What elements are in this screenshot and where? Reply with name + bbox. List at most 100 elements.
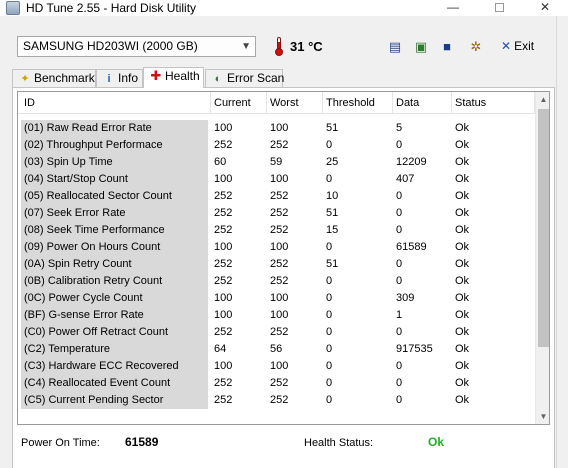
column-header-status[interactable]: Status	[452, 92, 535, 114]
cell-data: 12209	[396, 156, 427, 168]
window-title: HD Tune 2.55 - Hard Disk Utility	[26, 1, 197, 15]
cell-current: 100	[214, 241, 233, 253]
cell-current: 252	[214, 394, 233, 406]
cell-id: (04) Start/Stop Count	[21, 171, 208, 188]
column-header-data[interactable]: Data	[393, 92, 452, 114]
table-row[interactable]: (BF) G-sense Error Rate 100 100 0 1 Ok	[18, 307, 535, 324]
table-row[interactable]: (01) Raw Read Error Rate 100 100 51 5 Ok	[18, 120, 535, 137]
cell-status: Ok	[455, 377, 470, 389]
table-row[interactable]: (C2) Temperature 64 56 0 917535 Ok	[18, 341, 535, 358]
app-icon	[6, 1, 20, 15]
table-row[interactable]: (0A) Spin Retry Count 252 252 51 0 Ok	[18, 256, 535, 273]
table-row[interactable]: (08) Seek Time Performance 252 252 15 0 Ok	[18, 222, 535, 239]
maximize-icon	[494, 3, 504, 13]
options-button[interactable]: ✲	[466, 37, 486, 56]
benchmark-icon: ✦	[20, 73, 30, 85]
table-row[interactable]: (0B) Calibration Retry Count 252 252 0 0 Ok	[18, 273, 535, 290]
cell-threshold: 0	[326, 173, 333, 185]
cell-threshold: 15	[326, 224, 339, 236]
minimize-button[interactable]: —	[430, 0, 476, 16]
thermometer-bulb	[275, 48, 283, 56]
tab-error-scan-label: Error Scan	[227, 71, 285, 85]
cell-id: (C4) Reallocated Event Count	[21, 375, 208, 392]
table-scrollbar[interactable]: ▲ ▼	[535, 92, 549, 424]
column-header-id[interactable]: ID	[21, 92, 211, 114]
thermometer-icon	[275, 37, 283, 56]
scroll-down-icon[interactable]: ▼	[536, 409, 549, 424]
column-header-current[interactable]: Current	[211, 92, 267, 114]
save-icon: ■	[443, 39, 451, 54]
cell-data: 0	[396, 275, 403, 287]
table-row[interactable]: (07) Seek Error Rate 252 252 51 0 Ok	[18, 205, 535, 222]
cell-id: (0A) Spin Retry Count	[21, 256, 208, 273]
cell-data: 5	[396, 122, 403, 134]
copy-screenshot-icon: ▣	[414, 39, 428, 54]
cell-id: (BF) G-sense Error Rate	[21, 307, 208, 324]
cell-current: 252	[214, 139, 233, 151]
cell-status: Ok	[455, 173, 470, 185]
table-row[interactable]: (03) Spin Up Time 60 59 25 12209 Ok	[18, 154, 535, 171]
cell-current: 100	[214, 360, 233, 372]
cell-data: 0	[396, 139, 403, 151]
copy-text-button[interactable]: ▤	[385, 37, 405, 56]
cell-status: Ok	[455, 309, 470, 321]
cell-worst: 100	[270, 241, 289, 253]
table-row[interactable]: (09) Power On Hours Count 100 100 0 61589 Ok	[18, 239, 535, 256]
cell-current: 252	[214, 190, 233, 202]
exit-icon: ✕	[501, 39, 512, 53]
maximize-button[interactable]	[476, 0, 522, 16]
table-row[interactable]: (02) Throughput Performace 252 252 0 0 Ok	[18, 137, 535, 154]
cell-status: Ok	[455, 394, 470, 406]
drive-select-value: SAMSUNG HD203WI (2000 GB)	[23, 39, 198, 53]
close-button[interactable]: ✕	[522, 0, 568, 16]
exit-label: Exit	[514, 39, 535, 53]
table-row[interactable]: (05) Reallocated Sector Count 252 252 10 0 Ok	[18, 188, 535, 205]
scroll-up-icon[interactable]: ▲	[536, 92, 549, 107]
column-header-threshold[interactable]: Threshold	[323, 92, 393, 114]
cell-worst: 252	[270, 394, 289, 406]
cell-id: (03) Spin Up Time	[21, 154, 208, 171]
tab-info[interactable]: i Info	[96, 69, 143, 87]
table-row[interactable]: (C0) Power Off Retract Count 252 252 0 0 Ok	[18, 324, 535, 341]
cell-threshold: 0	[326, 275, 333, 287]
options-icon: ✲	[470, 39, 482, 54]
cell-data: 407	[396, 173, 415, 185]
cell-threshold: 51	[326, 258, 339, 270]
table-header: ID Current Worst Threshold Data Status	[18, 92, 535, 114]
smart-table[interactable]: ID Current Worst Threshold Data Status (…	[17, 91, 550, 425]
table-row[interactable]: (C3) Hardware ECC Recovered 100 100 0 0 Ok	[18, 358, 535, 375]
tab-benchmark[interactable]: ✦ Benchmark	[12, 69, 96, 87]
table-row[interactable]: (C4) Reallocated Event Count 252 252 0 0 Ok	[18, 375, 535, 392]
scrollbar-thumb[interactable]	[538, 109, 549, 347]
health-status-value: Ok	[428, 435, 445, 449]
cell-current: 60	[214, 156, 227, 168]
cell-data: 917535	[396, 343, 433, 355]
cell-id: (0B) Calibration Retry Count	[21, 273, 208, 290]
cell-current: 252	[214, 275, 233, 287]
exit-button[interactable]: ✕ Exit	[501, 37, 534, 56]
copy-screenshot-button[interactable]: ▣	[411, 37, 431, 56]
cell-status: Ok	[455, 241, 470, 253]
tab-health[interactable]: ✚ Health	[143, 67, 204, 88]
cell-status: Ok	[455, 207, 470, 219]
cell-current: 100	[214, 122, 233, 134]
save-button[interactable]: ■	[437, 37, 457, 56]
cell-data: 0	[396, 224, 403, 236]
cell-threshold: 0	[326, 241, 333, 253]
table-row[interactable]: (04) Start/Stop Count 100 100 0 407 Ok	[18, 171, 535, 188]
table-row[interactable]: (C5) Current Pending Sector 252 252 0 0 Ok	[18, 392, 535, 409]
tab-error-scan[interactable]: ◐ Error Scan	[205, 69, 285, 87]
drive-select[interactable]: SAMSUNG HD203WI (2000 GB) ▼	[17, 36, 256, 57]
cell-threshold: 51	[326, 122, 339, 134]
cell-current: 252	[214, 258, 233, 270]
cell-data: 61589	[396, 241, 427, 253]
cell-id: (C0) Power Off Retract Count	[21, 324, 208, 341]
cell-worst: 252	[270, 275, 289, 287]
window-edge	[556, 16, 568, 468]
cell-status: Ok	[455, 122, 470, 134]
table-row[interactable]: (0C) Power Cycle Count 100 100 0 309 Ok	[18, 290, 535, 307]
cell-data: 0	[396, 326, 403, 338]
cell-data: 0	[396, 360, 403, 372]
health-panel: ID Current Worst Threshold Data Status (…	[12, 87, 555, 468]
column-header-worst[interactable]: Worst	[267, 92, 323, 114]
